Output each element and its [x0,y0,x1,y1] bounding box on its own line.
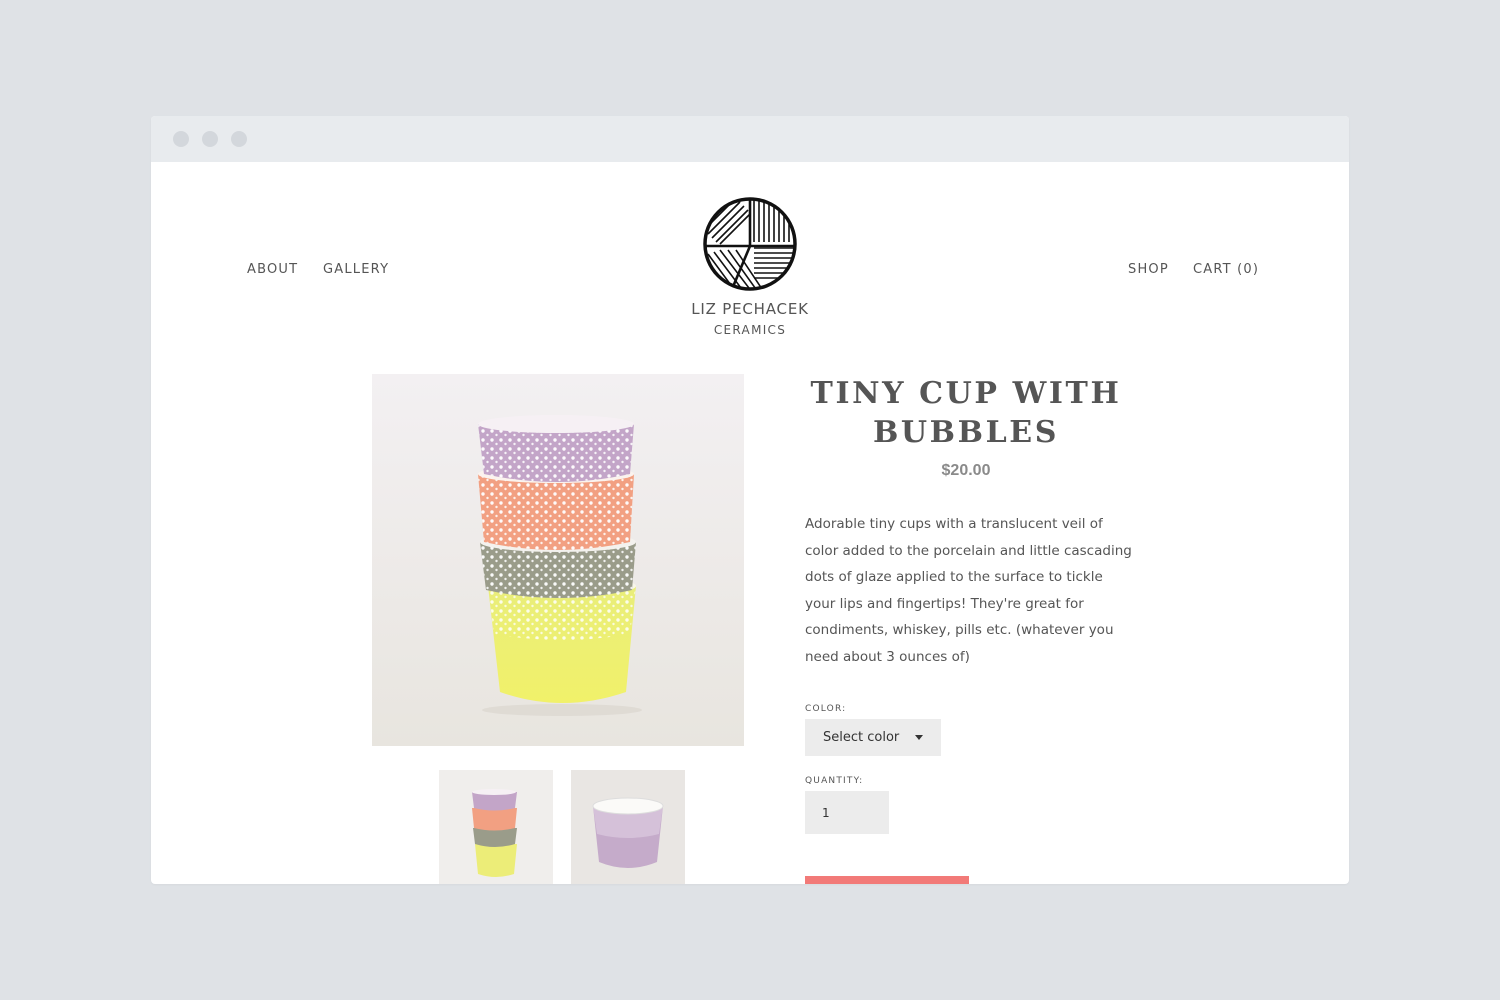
product-title: TINY CUP WITH BUBBLES [810,376,1122,450]
color-select-value: Select color [823,730,900,745]
nav-gallery-link[interactable]: GALLERY [323,262,389,277]
brand-logo-icon[interactable] [700,194,800,294]
product-thumbnail-1[interactable] [439,770,553,884]
brand-subtitle: CERAMICS [713,323,787,337]
window-maximize-dot[interactable] [231,131,247,147]
window-minimize-dot[interactable] [202,131,218,147]
product-price: $20.00 [941,462,991,479]
nav-shop-link[interactable]: SHOP [1128,262,1169,277]
product-main-image[interactable] [372,374,744,746]
product-thumbnail-2[interactable] [571,770,685,884]
product-description: Adorable tiny cups with a translucent ve… [805,516,1132,665]
browser-window: ABOUT GALLERY SHOP CART (0) LIZ PECHACEK… [151,116,1349,884]
quantity-label: QUANTITY: [805,776,864,786]
color-label: COLOR: [805,704,847,714]
brand-name: LIZ PECHACEK [691,300,809,318]
window-close-dot[interactable] [173,131,189,147]
nav-about-link[interactable]: ABOUT [247,262,298,277]
page-content: ABOUT GALLERY SHOP CART (0) LIZ PECHACEK… [151,162,1349,884]
window-titlebar [151,116,1349,162]
add-to-cart-button[interactable] [805,876,969,884]
caret-down-icon [915,735,923,740]
nav-cart-link[interactable]: CART (0) [1193,262,1259,277]
quantity-input[interactable] [805,791,889,834]
color-select[interactable]: Select color [805,719,941,756]
